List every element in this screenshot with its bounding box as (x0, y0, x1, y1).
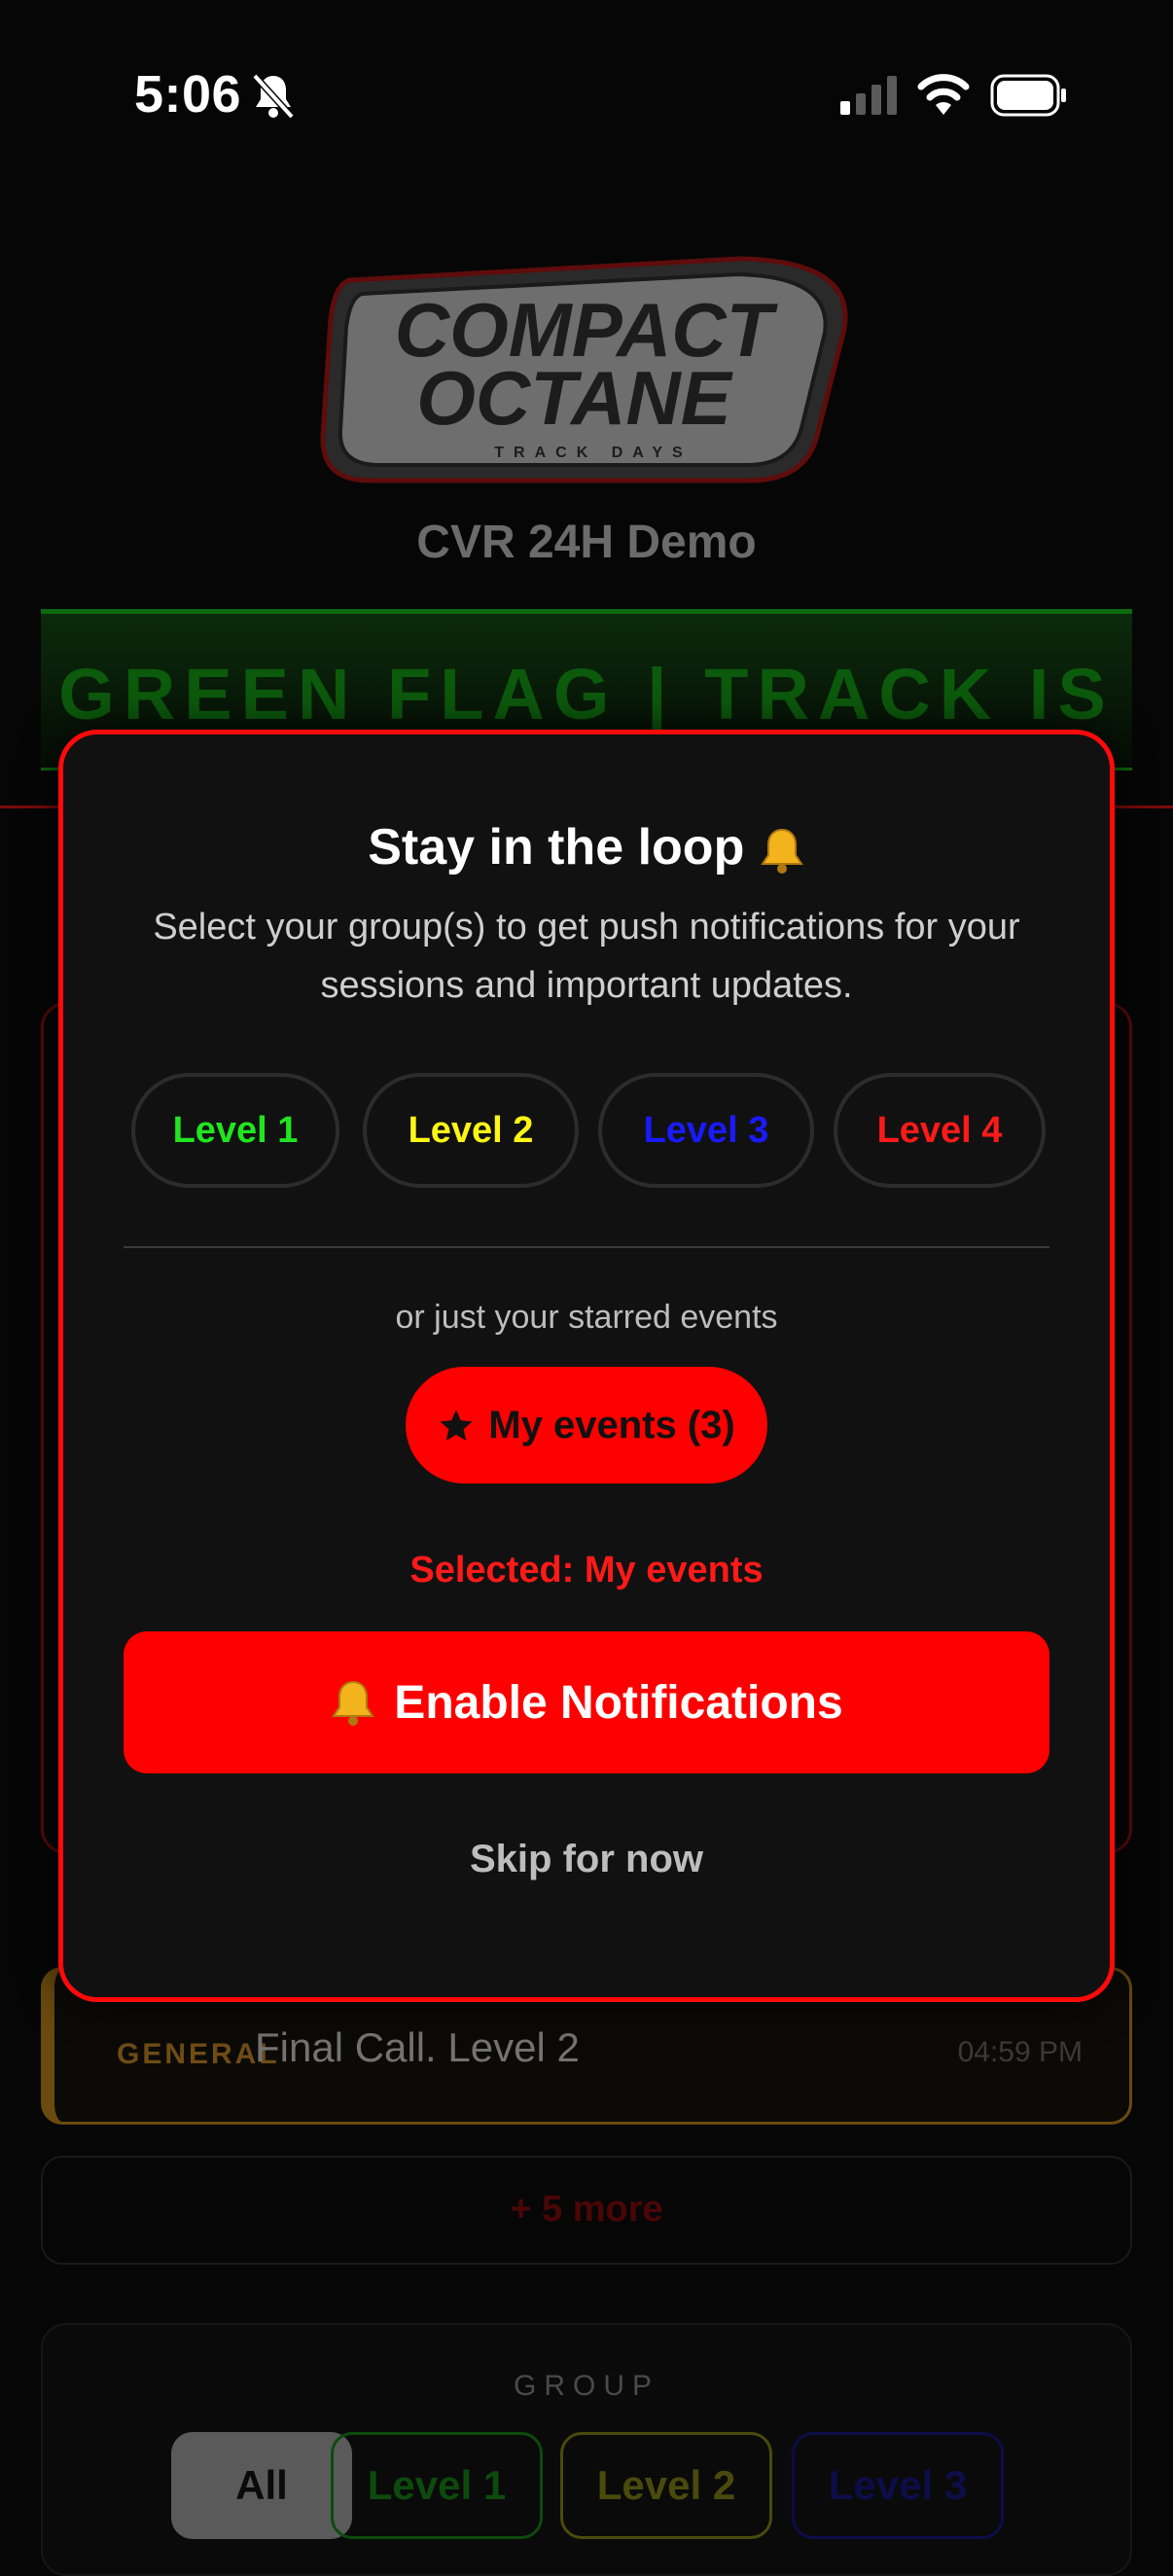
compact-octane-logo: COMPACT OCTANE TRACK DAYS (320, 256, 848, 483)
level-2-chip[interactable]: Level 2 (363, 1073, 579, 1188)
modal-title-text: Stay in the loop (368, 819, 745, 876)
level-3-chip[interactable]: Level 3 (598, 1073, 814, 1188)
bell-icon (760, 829, 803, 875)
status-time: 5:06 (134, 65, 242, 124)
modal-description: Select your group(s) to get push notific… (153, 907, 1020, 1006)
signal-icon (840, 76, 897, 115)
notification-modal: Stay in the loop Select your group(s) to… (58, 730, 1115, 2002)
svg-text:TRACK DAYS: TRACK DAYS (494, 445, 692, 461)
group-filter: GROUP All Level 1 Level 2 Level 3 (41, 2323, 1132, 2576)
enable-notifications-button[interactable]: Enable Notifications (124, 1631, 1049, 1773)
svg-text:OCTANE: OCTANE (416, 355, 733, 441)
battery-icon (990, 74, 1066, 117)
status-bar: 5:06 (0, 0, 1173, 185)
group-chip-all[interactable]: All (171, 2432, 352, 2539)
skip-for-now-button[interactable]: Skip for now (63, 1838, 1110, 1881)
level-1-chip[interactable]: Level 1 (131, 1073, 339, 1188)
star-icon (440, 1410, 473, 1441)
show-more-button[interactable]: + 5 more (41, 2156, 1132, 2265)
wifi-icon (917, 74, 970, 115)
bell-slash-icon (252, 73, 295, 120)
group-chip-level-3[interactable]: Level 3 (792, 2432, 1004, 2539)
modal-title: Stay in the loop (63, 818, 1110, 877)
event-name: CVR 24H Demo (416, 517, 757, 568)
my-events-label: My events (3) (488, 1403, 735, 1447)
selected-status: Selected: My events (409, 1550, 764, 1591)
starred-events-hint: or just your starred events (395, 1299, 778, 1336)
announcement-text: Final Call. Level 2 (255, 2024, 580, 2070)
group-filter-label: GROUP (513, 2370, 659, 2402)
my-events-button[interactable]: My events (3) (406, 1367, 767, 1484)
level-4-chip[interactable]: Level 4 (834, 1073, 1046, 1188)
enable-notifications-label: Enable Notifications (394, 1676, 843, 1729)
group-chip-level-2[interactable]: Level 2 (560, 2432, 772, 2539)
show-more-label: + 5 more (510, 2189, 663, 2230)
bell-icon (332, 1680, 375, 1726)
modal-divider (124, 1246, 1049, 1248)
group-chip-level-1[interactable]: Level 1 (331, 2432, 543, 2539)
announcement-time: 04:59 PM (957, 2036, 1083, 2068)
